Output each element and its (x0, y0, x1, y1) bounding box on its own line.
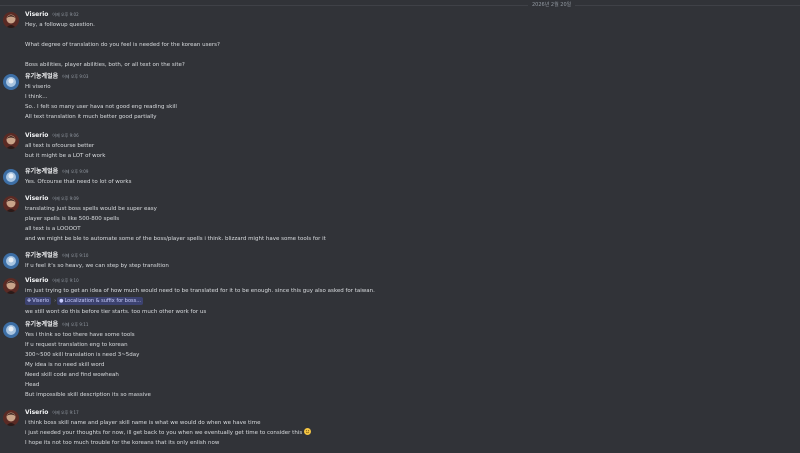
message-header: Viserio 어제 오후 9:10 (25, 276, 79, 286)
thread-chip[interactable]: ● Localization & suffix for boss... (57, 296, 143, 305)
message-line: all text is a LOOOOT (25, 226, 81, 232)
timestamp: 어제 오후 9:03 (62, 74, 89, 79)
divider-line (0, 5, 800, 6)
message-line: So.. I felt so many user hava not good e… (25, 104, 177, 110)
timestamp: 어제 오후 9:09 (52, 196, 79, 201)
avatar[interactable] (3, 169, 19, 185)
message-line: If u request translation eng to korean (25, 342, 128, 348)
username[interactable]: 유기농계얼음 (25, 320, 58, 330)
timestamp: 어제 오후 9:02 (52, 12, 79, 17)
avatar[interactable] (3, 12, 19, 28)
timestamp: 어제 오후 9:06 (52, 133, 79, 138)
mention-chip[interactable]: ✙ Viserio (25, 296, 52, 305)
avatar[interactable] (3, 133, 19, 149)
mention-user: Viserio (32, 297, 50, 304)
message-line: im just trying to get an idea of how muc… (25, 288, 375, 294)
timestamp: 어제 오후 9:11 (62, 322, 89, 327)
message-line: But impossible skill description its so … (25, 392, 151, 398)
message-line: Hi viserio (25, 84, 51, 90)
message-line: I hope its not too much trouble for the … (25, 440, 220, 446)
date-divider-label: 2026년 2월 20일 (528, 0, 576, 10)
message-header: 유기농계얼음 어제 오후 9:09 (25, 167, 88, 177)
message-line: Boss abilities, player abilities, both, … (25, 62, 185, 68)
message-line: If u feel it's so heavy, we can step by … (25, 263, 169, 269)
message-line: Head (25, 382, 40, 388)
message-line: Yes. Ofcourse that need to lot of works (25, 179, 132, 185)
avatar[interactable] (3, 74, 19, 90)
message-line: Need skill code and find wowheah (25, 372, 119, 378)
username[interactable]: 유기농계얼음 (25, 72, 58, 82)
username[interactable]: Viserio (25, 408, 48, 418)
username[interactable]: Viserio (25, 10, 48, 20)
avatar[interactable] (3, 410, 19, 426)
username[interactable]: Viserio (25, 131, 48, 141)
timestamp: 어제 오후 9:10 (52, 278, 79, 283)
timestamp: 어제 오후 9:09 (62, 169, 89, 174)
avatar[interactable] (3, 278, 19, 294)
message-line: My idea is no need skill word (25, 362, 105, 368)
message-line: player spells is like 500-800 spells (25, 216, 120, 222)
slightly-smiling-face-icon (304, 428, 312, 435)
message-header: 유기농계얼음 어제 오후 9:11 (25, 320, 88, 330)
separator: › (54, 297, 57, 304)
message-header: Viserio 어제 오후 9:09 (25, 194, 79, 204)
message-line: i think boss skill name and player skill… (25, 420, 261, 426)
message-header: Viserio 어제 오후 9:06 (25, 131, 79, 141)
message-line: What degree of translation do you feel i… (25, 42, 220, 48)
username[interactable]: Viserio (25, 276, 48, 286)
channel-bubble-icon: ● (59, 297, 64, 304)
message-header: Viserio 어제 오후 9:02 (25, 10, 79, 20)
avatar[interactable] (3, 253, 19, 269)
username[interactable]: 유기농계얼음 (25, 167, 58, 177)
message-header: 유기농계얼음 어제 오후 9:03 (25, 72, 88, 82)
message-line: all text is ofcourse better (25, 143, 95, 149)
avatar[interactable] (3, 196, 19, 212)
message-line: we still wont do this before tier starts… (25, 309, 207, 315)
message-line: All text translation it much better good… (25, 114, 157, 120)
timestamp: 어제 오후 9:17 (52, 410, 79, 415)
message-line: i just needed your thoughts for now, ill… (25, 428, 312, 438)
message-header: Viserio 어제 오후 9:17 (25, 408, 79, 418)
message-header: 유기농계얼음 어제 오후 9:10 (25, 251, 88, 261)
thread-icon: ✙ (27, 297, 32, 304)
username[interactable]: 유기농계얼음 (25, 251, 58, 261)
username[interactable]: Viserio (25, 194, 48, 204)
thread-reference[interactable]: ✙ Viserio › ● Localization & suffix for boss… (25, 296, 145, 305)
message-line: but it might be a LOT of work (25, 153, 106, 159)
message-line: 300~500 skill translation is need 3~5day (25, 352, 140, 358)
avatar[interactable] (3, 322, 19, 338)
date-divider: 2026년 2월 20일 (0, 0, 800, 10)
timestamp: 어제 오후 9:10 (62, 253, 89, 258)
message-line: I think... (25, 94, 48, 100)
message-line: Hey, a followup question. (25, 22, 95, 28)
thread-title: Localization & suffix for boss... (64, 297, 141, 304)
message-line: and we might be ble to automate some of … (25, 236, 326, 242)
message-line: translating just boss spells would be su… (25, 206, 157, 212)
message-line: Yes i think so too there have some tools (25, 332, 135, 338)
